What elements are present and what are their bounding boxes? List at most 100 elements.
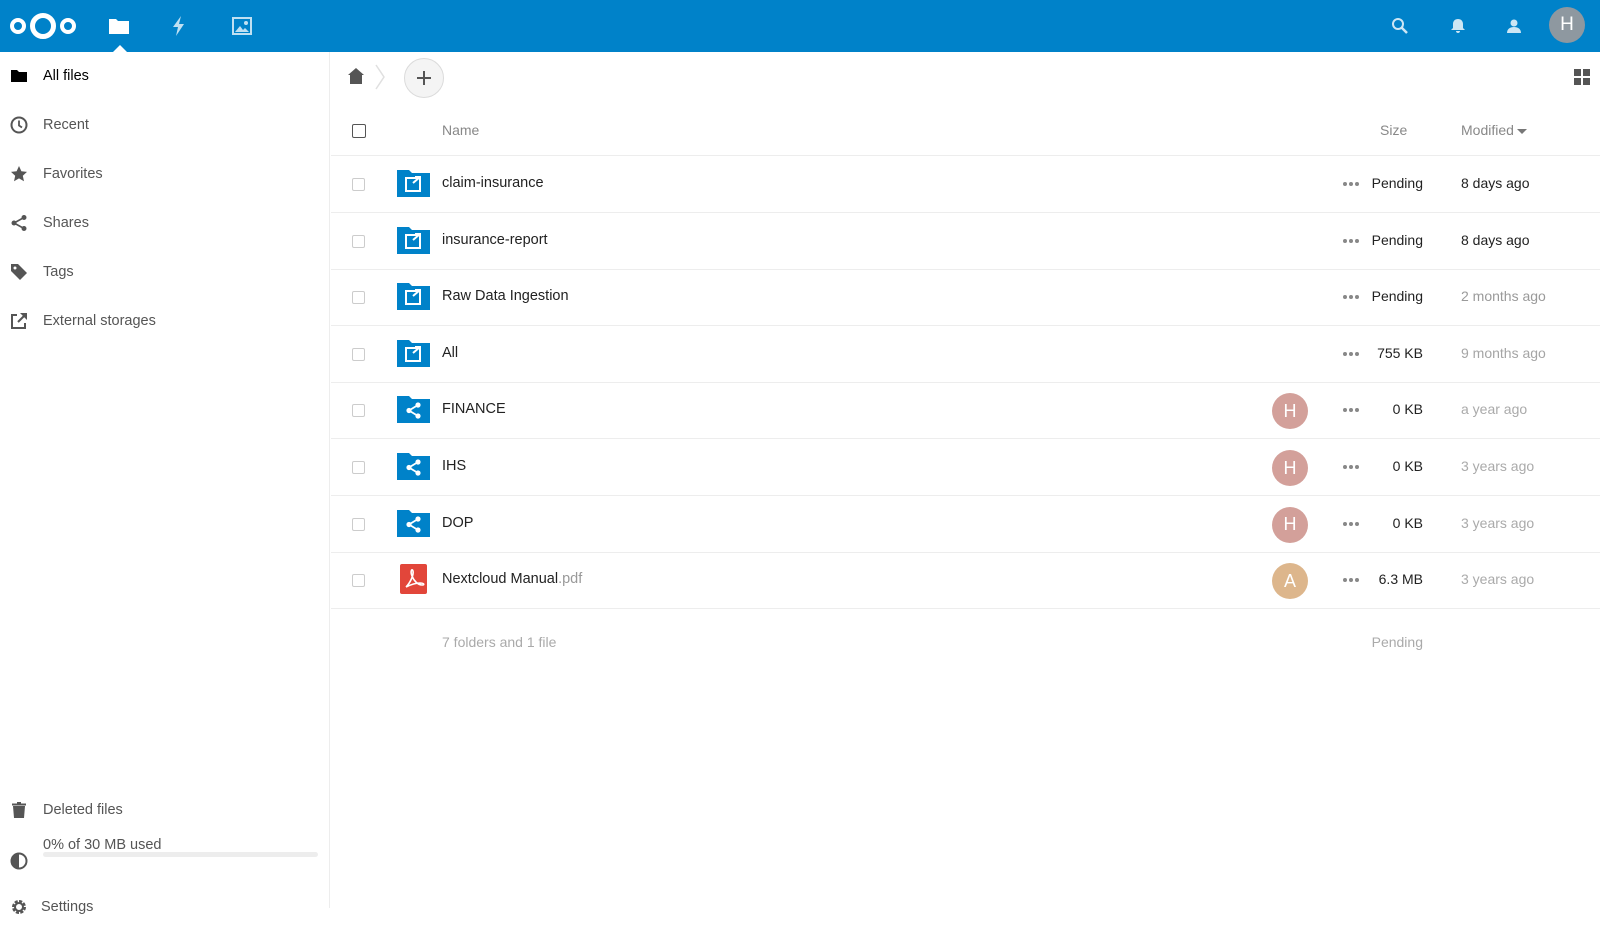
file-row[interactable]: claim-insurance Pending 8 days ago (331, 156, 1600, 213)
column-modified[interactable]: Modified (1461, 122, 1514, 138)
file-name[interactable]: All (442, 345, 458, 361)
more-actions-icon (1343, 465, 1359, 469)
file-modified: 8 days ago (1461, 231, 1530, 248)
more-actions-button[interactable] (1339, 229, 1363, 253)
more-actions-button[interactable] (1339, 398, 1363, 422)
share-owner-avatar[interactable]: H (1272, 506, 1308, 543)
more-actions-icon (1343, 351, 1359, 356)
file-summary: 7 folders and 1 file (442, 634, 557, 650)
file-row[interactable]: IHS H 0 KB 3 years ago (331, 439, 1600, 496)
trash-icon (12, 802, 26, 818)
share-owner-avatar[interactable]: H (1272, 393, 1308, 430)
file-size: 0 KB (1392, 458, 1423, 474)
quota-text: 0% of 30 MB used (43, 837, 162, 853)
file-row[interactable]: All 755 KB 9 months ago (331, 326, 1600, 383)
sidebar-item-shares[interactable]: Shares (0, 201, 330, 245)
file-size: 0 KB (1392, 514, 1423, 531)
file-row[interactable]: Raw Data Ingestion Pending 2 months ago (331, 269, 1600, 327)
file-modified: 9 months ago (1461, 344, 1546, 361)
column-name[interactable]: Name (442, 122, 479, 138)
row-checkbox[interactable] (352, 574, 365, 588)
file-name[interactable]: Nextcloud Manual.pdf (442, 571, 582, 587)
contacts-icon[interactable] (1498, 10, 1530, 42)
file-name[interactable]: IHS (442, 458, 466, 474)
notifications-bell-icon[interactable] (1442, 10, 1474, 42)
file-name[interactable]: Raw Data Ingestion (442, 288, 569, 304)
nextcloud-logo-icon[interactable] (8, 9, 78, 43)
more-actions-button[interactable] (1339, 512, 1363, 536)
row-checkbox[interactable] (352, 291, 365, 305)
more-actions-icon (1343, 182, 1359, 186)
row-checkbox[interactable] (352, 347, 365, 361)
row-checkbox[interactable] (352, 517, 365, 531)
sidebar-quota: 0% of 30 MB used (0, 829, 330, 873)
new-file-button[interactable] (404, 58, 444, 98)
file-modified: a year ago (1461, 401, 1528, 418)
files-main-content: Name Size Modified claim-insurance Pendin… (331, 52, 1600, 908)
gallery-app-icon[interactable] (226, 10, 258, 42)
file-row[interactable]: Nextcloud Manual.pdf A 6.3 MB 3 years ago (331, 552, 1600, 610)
more-actions-icon (1343, 521, 1359, 526)
external-folder-icon (397, 283, 430, 311)
row-checkbox[interactable] (352, 404, 365, 418)
more-actions-button[interactable] (1339, 172, 1363, 196)
sidebar-item-external-storages[interactable]: External storages (0, 299, 330, 343)
more-actions-icon (1343, 408, 1359, 413)
sidebar-item-favorites[interactable]: Favorites (0, 152, 330, 196)
sidebar-item-label: Settings (41, 899, 94, 915)
file-modified: 2 months ago (1461, 288, 1546, 305)
file-row[interactable]: FINANCE H 0 KB a year ago (331, 382, 1600, 440)
plus-icon (417, 71, 431, 85)
file-name[interactable]: claim-insurance (442, 175, 544, 191)
file-modified: 8 days ago (1461, 175, 1530, 191)
more-actions-icon (1343, 238, 1359, 243)
file-name[interactable]: insurance-report (442, 232, 548, 248)
file-row[interactable]: DOP H 0 KB 3 years ago (331, 496, 1600, 553)
sidebar-item-label: Shares (43, 215, 89, 231)
clock-icon (10, 116, 28, 134)
top-header: H (0, 0, 1600, 52)
select-all-checkbox[interactable] (352, 124, 366, 138)
files-app-icon[interactable] (103, 10, 135, 42)
file-modified: 3 years ago (1461, 458, 1535, 474)
share-owner-avatar[interactable]: A (1272, 563, 1308, 600)
quota-progress-bar (43, 852, 318, 857)
file-name[interactable]: FINANCE (442, 401, 506, 417)
row-checkbox[interactable] (352, 234, 365, 248)
sidebar-item-all-files[interactable]: All files (0, 54, 330, 98)
more-actions-button[interactable] (1339, 342, 1363, 366)
grid-view-toggle-icon[interactable] (1573, 68, 1591, 86)
gear-icon (12, 900, 26, 914)
more-actions-button[interactable] (1339, 568, 1363, 592)
sidebar-item-settings[interactable]: Settings (0, 885, 330, 929)
file-summary-size: Pending (1371, 634, 1423, 650)
file-row[interactable]: insurance-report Pending 8 days ago (331, 213, 1600, 270)
sidebar-item-tags[interactable]: Tags (0, 250, 330, 294)
search-icon[interactable] (1384, 10, 1416, 42)
column-size[interactable]: Size (1380, 122, 1407, 138)
row-checkbox[interactable] (352, 178, 365, 191)
sidebar-item-label: Favorites (43, 166, 103, 182)
sidebar-item-recent[interactable]: Recent (0, 103, 330, 147)
sidebar-item-label: Deleted files (43, 802, 123, 818)
row-checkbox[interactable] (352, 461, 365, 474)
sidebar-item-deleted-files[interactable]: Deleted files (0, 788, 330, 832)
shared-folder-icon (397, 396, 430, 424)
file-size: Pending (1371, 175, 1423, 191)
file-name[interactable]: DOP (442, 515, 473, 531)
share-icon (11, 215, 27, 231)
more-actions-button[interactable] (1339, 455, 1363, 479)
shared-folder-icon (397, 509, 430, 537)
activity-app-icon[interactable] (163, 10, 195, 42)
home-icon[interactable] (347, 67, 365, 85)
user-avatar[interactable]: H (1549, 7, 1585, 43)
tag-icon (11, 264, 27, 280)
star-icon (11, 166, 27, 182)
external-folder-icon (397, 170, 430, 197)
sidebar-item-label: All files (43, 68, 89, 84)
more-actions-icon (1343, 295, 1359, 300)
more-actions-button[interactable] (1339, 285, 1363, 309)
sidebar-item-label: External storages (43, 313, 156, 329)
share-owner-avatar[interactable]: H (1272, 450, 1308, 486)
sidebar-item-label: Recent (43, 117, 89, 133)
